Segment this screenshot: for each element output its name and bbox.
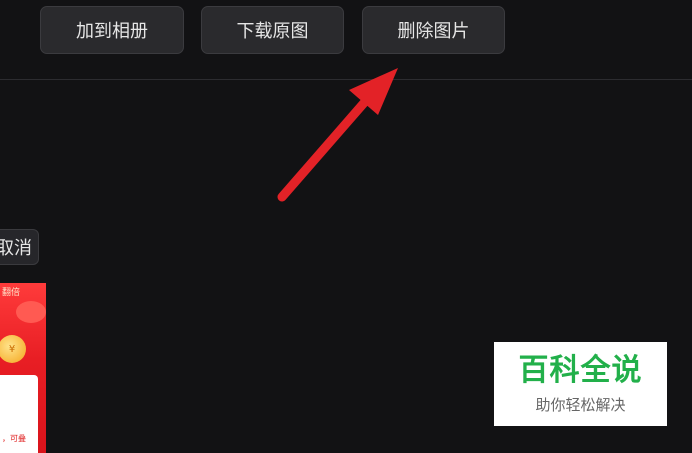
arrow-shaft xyxy=(277,91,375,202)
image-thumbnail[interactable]: 翻倍 ¥ ，可叠 xyxy=(0,283,46,453)
watermark-subtitle: 助你轻松解决 xyxy=(535,396,626,414)
coin-symbol: ¥ xyxy=(8,343,16,355)
thumbnail-card: ，可叠 xyxy=(0,375,38,453)
thumbnail-decoration xyxy=(16,301,46,323)
watermark-logo: 百科全说 助你轻松解决 xyxy=(494,342,667,426)
download-original-button[interactable]: 下载原图 xyxy=(201,6,344,54)
delete-image-button[interactable]: 删除图片 xyxy=(362,6,505,54)
thumbnail-top-label: 翻倍 xyxy=(2,288,21,298)
toolbar-divider xyxy=(0,79,692,80)
arrow-head xyxy=(349,68,398,115)
add-to-album-button[interactable]: 加到相册 xyxy=(40,6,184,54)
coin-icon: ¥ xyxy=(0,335,26,363)
cancel-button[interactable]: 取消 xyxy=(0,229,39,265)
thumbnail-card-text: ，可叠 xyxy=(2,434,26,443)
watermark-title: 百科全说 xyxy=(518,353,643,388)
